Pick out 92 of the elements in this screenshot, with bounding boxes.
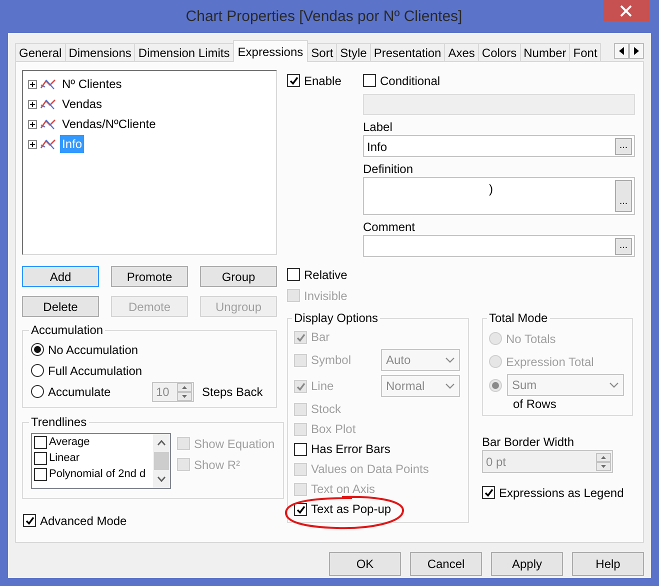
group-title: Total Mode <box>488 311 549 325</box>
label-field[interactable]: Info ... <box>363 135 635 157</box>
chevron-down-icon <box>609 382 619 388</box>
browse-button[interactable]: ... <box>615 138 632 154</box>
checkbox-label: Enable <box>304 74 342 88</box>
comment-field[interactable]: ... <box>363 235 635 257</box>
browse-button[interactable]: ... <box>615 238 632 254</box>
checkbox[interactable] <box>34 468 47 480</box>
tree-item[interactable]: Nº Clientes <box>60 75 124 93</box>
checkbox-label: Show R² <box>194 458 240 472</box>
radio-label: Expression Total <box>506 354 594 368</box>
radio-label: No Accumulation <box>48 342 138 356</box>
button[interactable]: Apply <box>491 552 563 576</box>
field-caption: Comment <box>363 220 416 235</box>
spin-arrows-icon <box>177 382 192 400</box>
tab[interactable]: Style <box>336 43 371 61</box>
radio-label: Full Accumulation <box>48 364 142 378</box>
checkbox[interactable] <box>482 486 495 499</box>
field-value: Info <box>367 138 388 154</box>
button[interactable]: OK <box>329 552 401 576</box>
checkbox-label: Text on Axis <box>311 482 376 496</box>
button[interactable]: Cancel <box>410 552 482 576</box>
line-chart-icon <box>40 98 56 110</box>
spinner-label: Steps Back <box>202 384 263 398</box>
checkbox-label: Stock <box>311 402 342 416</box>
close-icon <box>620 4 632 16</box>
radio-button[interactable] <box>31 385 44 398</box>
line-chart-icon <box>40 118 56 130</box>
chevron-down-icon <box>445 357 455 363</box>
checkbox-label: Text as Pop-up <box>311 502 392 516</box>
group-title: Accumulation <box>30 323 104 337</box>
checkbox[interactable] <box>34 452 47 464</box>
checkbox-label: Line <box>311 379 335 393</box>
checkbox-label: Box Plot <box>311 422 356 436</box>
line-chart-icon <box>40 138 56 150</box>
right-arrow-icon <box>634 47 639 55</box>
checkbox[interactable] <box>23 514 36 527</box>
radio-label: Accumulate <box>48 384 112 398</box>
close-button[interactable] <box>603 0 649 21</box>
checkbox-label: Bar <box>311 330 330 344</box>
line-chart-icon <box>40 78 56 90</box>
checkbox[interactable] <box>287 268 300 281</box>
checkbox[interactable] <box>34 436 47 448</box>
checkbox-label: Conditional <box>380 74 440 88</box>
scroll-left-button[interactable] <box>614 43 629 59</box>
scroll-right-button[interactable] <box>629 43 644 59</box>
checkbox-label: Invisible <box>304 288 348 302</box>
chevron-down-icon <box>445 383 455 389</box>
button: Ungroup <box>200 296 277 317</box>
left-arrow-icon <box>619 47 624 55</box>
expression-tree[interactable]: Nº Clientes Vendas Vendas/NºCliente Info <box>22 70 277 255</box>
window-title: Chart Properties [Vendas por Nº Clientes] <box>184 7 464 25</box>
checkbox-label: Polynomial of 2nd d <box>49 468 146 480</box>
checkbox-label: Expressions as Legend <box>499 486 624 500</box>
group-title: Trendlines <box>30 415 88 429</box>
tab[interactable]: Font <box>569 43 602 61</box>
field-caption: Definition <box>363 162 414 177</box>
total-mode-label: of Rows <box>512 397 558 413</box>
button[interactable]: Promote <box>111 266 188 287</box>
field-value: ) <box>488 181 494 196</box>
tab[interactable]: Expressions <box>232 40 308 62</box>
button: Demote <box>111 296 188 317</box>
checkbox-label: Symbol <box>311 353 352 367</box>
button[interactable]: Delete <box>22 296 99 317</box>
checkbox[interactable] <box>363 74 376 87</box>
tree-item[interactable]: Vendas <box>60 95 104 113</box>
field-caption: Bar Border Width <box>482 435 576 450</box>
checkbox-label: Has Error Bars <box>311 442 390 456</box>
checkbox-label: Linear <box>49 452 80 464</box>
checkbox[interactable] <box>287 74 300 87</box>
checkbox-label: Values on Data Points <box>311 462 429 476</box>
trendline-list[interactable]: Average Linear Polynomial of 2nd d <box>31 433 171 489</box>
checkbox[interactable] <box>294 502 307 516</box>
scrollbar <box>153 434 170 488</box>
checkbox-label: Average <box>49 436 90 448</box>
spin-arrows-icon <box>596 452 611 470</box>
checkbox-label: Advanced Mode <box>40 514 127 528</box>
button[interactable]: Group <box>200 266 277 287</box>
field-caption: Label <box>363 120 394 135</box>
tab[interactable]: General <box>15 43 66 61</box>
browse-button[interactable]: ... <box>615 180 632 212</box>
definition-field[interactable]: ) ... <box>363 177 635 215</box>
radio-label: No Totals <box>506 332 556 346</box>
checkbox[interactable] <box>294 442 307 456</box>
button[interactable]: Help <box>572 552 644 576</box>
tree-item[interactable]: Vendas/NºCliente <box>60 115 158 133</box>
checkbox-label: Relative <box>304 268 348 282</box>
checkbox-label: Show Equation <box>194 436 275 450</box>
group-title: Display Options <box>293 311 380 325</box>
radio-button[interactable] <box>31 343 44 356</box>
radio-button[interactable] <box>31 364 44 377</box>
button[interactable]: Add <box>22 266 99 287</box>
